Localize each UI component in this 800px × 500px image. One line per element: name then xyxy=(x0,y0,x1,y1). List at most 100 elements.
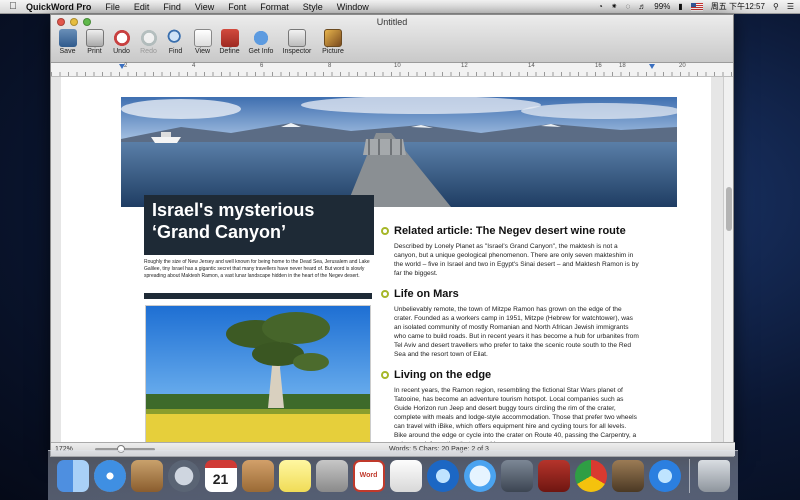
hero-lake-image[interactable] xyxy=(121,97,677,207)
notes-icon[interactable] xyxy=(278,459,311,492)
scrollbar-thumb[interactable] xyxy=(726,187,732,231)
ruler-number: 16 xyxy=(595,63,602,69)
spotlight-icon[interactable]: ⚲ xyxy=(773,2,779,11)
menu-app-name[interactable]: QuickWord Pro xyxy=(26,2,91,12)
title-bar: Untitled Save Print Undo Redo Find View … xyxy=(51,15,733,63)
menu-edit[interactable]: Edit xyxy=(134,2,150,12)
picture-label: Picture xyxy=(322,48,344,55)
notification-center-icon[interactable]: ☰ xyxy=(787,2,794,11)
headline-block[interactable]: Israel's mysterious ‘Grand Canyon’ xyxy=(144,195,374,255)
section-heading[interactable]: Related article: The Negev desert wine r… xyxy=(381,225,639,237)
section-body[interactable]: In recent years, the Ramon region, resem… xyxy=(381,386,639,444)
info-icon xyxy=(252,29,270,47)
menu-format[interactable]: Format xyxy=(260,2,289,12)
intro-paragraph[interactable]: Roughly the size of New Jersey and well … xyxy=(144,259,372,280)
find-label: Find xyxy=(168,48,183,55)
tree-field-illustration xyxy=(146,306,370,444)
itunes-icon[interactable] xyxy=(648,459,681,492)
ruler-ticks xyxy=(51,72,733,76)
messages-icon[interactable] xyxy=(463,459,496,492)
ruler-number: 18 xyxy=(619,63,626,69)
menu-font[interactable]: Font xyxy=(228,2,246,12)
quickword-icon[interactable]: Word xyxy=(352,459,385,492)
calendar-icon[interactable]: 21 xyxy=(204,459,237,492)
trash-icon[interactable] xyxy=(697,459,730,492)
undo-icon xyxy=(112,29,131,47)
view-icon xyxy=(193,29,212,47)
calculator-icon[interactable] xyxy=(315,459,348,492)
document-scroll-area[interactable]: Israel's mysterious ‘Grand Canyon’ Rough… xyxy=(51,77,725,444)
input-source-flag-icon[interactable] xyxy=(690,2,703,11)
print-label: Print xyxy=(87,48,102,55)
inspector-button[interactable]: Inspector xyxy=(280,29,314,55)
menu-find[interactable]: Find xyxy=(163,2,181,12)
print-button[interactable]: Print xyxy=(82,29,107,55)
contacts-icon[interactable] xyxy=(241,459,274,492)
print-icon xyxy=(85,29,104,47)
undo-label: Undo xyxy=(113,48,130,55)
bullet-circle-icon xyxy=(381,290,389,298)
menu-file[interactable]: File xyxy=(105,2,120,12)
time-machine-icon[interactable]: ◔ xyxy=(598,2,603,11)
toolbar: Save Print Undo Redo Find View Define Ge… xyxy=(55,29,350,55)
inspector-label: Inspector xyxy=(282,48,312,55)
right-column: Related article: The Negev desert wine r… xyxy=(381,225,639,444)
safari-icon[interactable] xyxy=(93,459,126,492)
vertical-scrollbar[interactable] xyxy=(723,77,733,444)
menu-window[interactable]: Window xyxy=(337,2,369,12)
get-info-button[interactable]: Get Info xyxy=(244,29,278,55)
mail-stamp-icon[interactable] xyxy=(130,459,163,492)
battery-percent[interactable]: 99% xyxy=(654,2,670,11)
photo-booth-icon[interactable] xyxy=(537,459,570,492)
view-button[interactable]: View xyxy=(190,29,215,55)
finder-icon[interactable] xyxy=(56,459,89,492)
headline-line-2: ‘Grand Canyon’ xyxy=(152,222,287,242)
section-body[interactable]: Described by Lonely Planet as "Israel's … xyxy=(381,242,639,278)
document-page[interactable]: Israel's mysterious ‘Grand Canyon’ Rough… xyxy=(61,77,711,444)
get-info-label: Get Info xyxy=(248,48,274,55)
volume-icon[interactable]: ♬ xyxy=(638,2,646,11)
window-title: Untitled xyxy=(376,17,408,27)
bluetooth-icon[interactable]: ⁕ xyxy=(611,2,618,11)
wifi-icon[interactable]: ◌ xyxy=(626,2,631,11)
section-heading-text: Life on Mars xyxy=(394,288,459,300)
picture-button[interactable]: Picture xyxy=(316,29,350,55)
section-body[interactable]: Unbelievably remote, the town of Mitzpe … xyxy=(381,305,639,359)
find-button[interactable]: Find xyxy=(163,29,188,55)
facetime-icon[interactable] xyxy=(500,459,533,492)
iphoto-icon[interactable] xyxy=(611,459,644,492)
ruler-number: 8 xyxy=(328,63,332,69)
section-heading[interactable]: Living on the edge xyxy=(381,369,639,381)
ruler-number: 6 xyxy=(260,63,264,69)
redo-icon xyxy=(139,29,158,47)
redo-button[interactable]: Redo xyxy=(136,29,161,55)
quicktime-icon[interactable] xyxy=(426,459,459,492)
checklist-icon[interactable] xyxy=(389,459,422,492)
undo-button[interactable]: Undo xyxy=(109,29,134,55)
save-button[interactable]: Save xyxy=(55,29,80,55)
status-menus: ◔ ⁕ ◌ ♬ 99% ▮ 周五 下午12:57 ⚲ ☰ xyxy=(598,1,800,12)
ruler[interactable]: 2 4 6 8 10 12 14 16 18 20 xyxy=(51,63,733,77)
ruler-number: 2 xyxy=(124,63,128,69)
apple-menu-icon[interactable]:  xyxy=(0,1,26,12)
redo-label: Redo xyxy=(140,48,157,55)
define-label: Define xyxy=(219,48,240,55)
section-heading[interactable]: Life on Mars xyxy=(381,288,639,300)
section-heading-text: Living on the edge xyxy=(394,369,492,381)
menu-view[interactable]: View xyxy=(195,2,214,12)
ruler-number: 4 xyxy=(192,63,196,69)
define-button[interactable]: Define xyxy=(217,29,242,55)
divider-bar xyxy=(144,293,372,299)
menu-bar:  QuickWord Pro File Edit Find View Font… xyxy=(0,0,800,14)
menu-style[interactable]: Style xyxy=(303,2,323,12)
right-indent-marker[interactable] xyxy=(649,64,655,69)
chrome-icon[interactable] xyxy=(574,459,607,492)
battery-icon[interactable]: ▮ xyxy=(678,2,682,11)
clock[interactable]: 周五 下午12:57 xyxy=(711,1,765,12)
tree-field-photo[interactable] xyxy=(145,305,371,444)
section-heading-text: Related article: The Negev desert wine r… xyxy=(394,225,626,237)
find-icon xyxy=(166,29,185,47)
launchpad-rocket-icon[interactable] xyxy=(167,459,200,492)
ruler-number: 14 xyxy=(528,63,535,69)
define-icon xyxy=(220,29,239,47)
